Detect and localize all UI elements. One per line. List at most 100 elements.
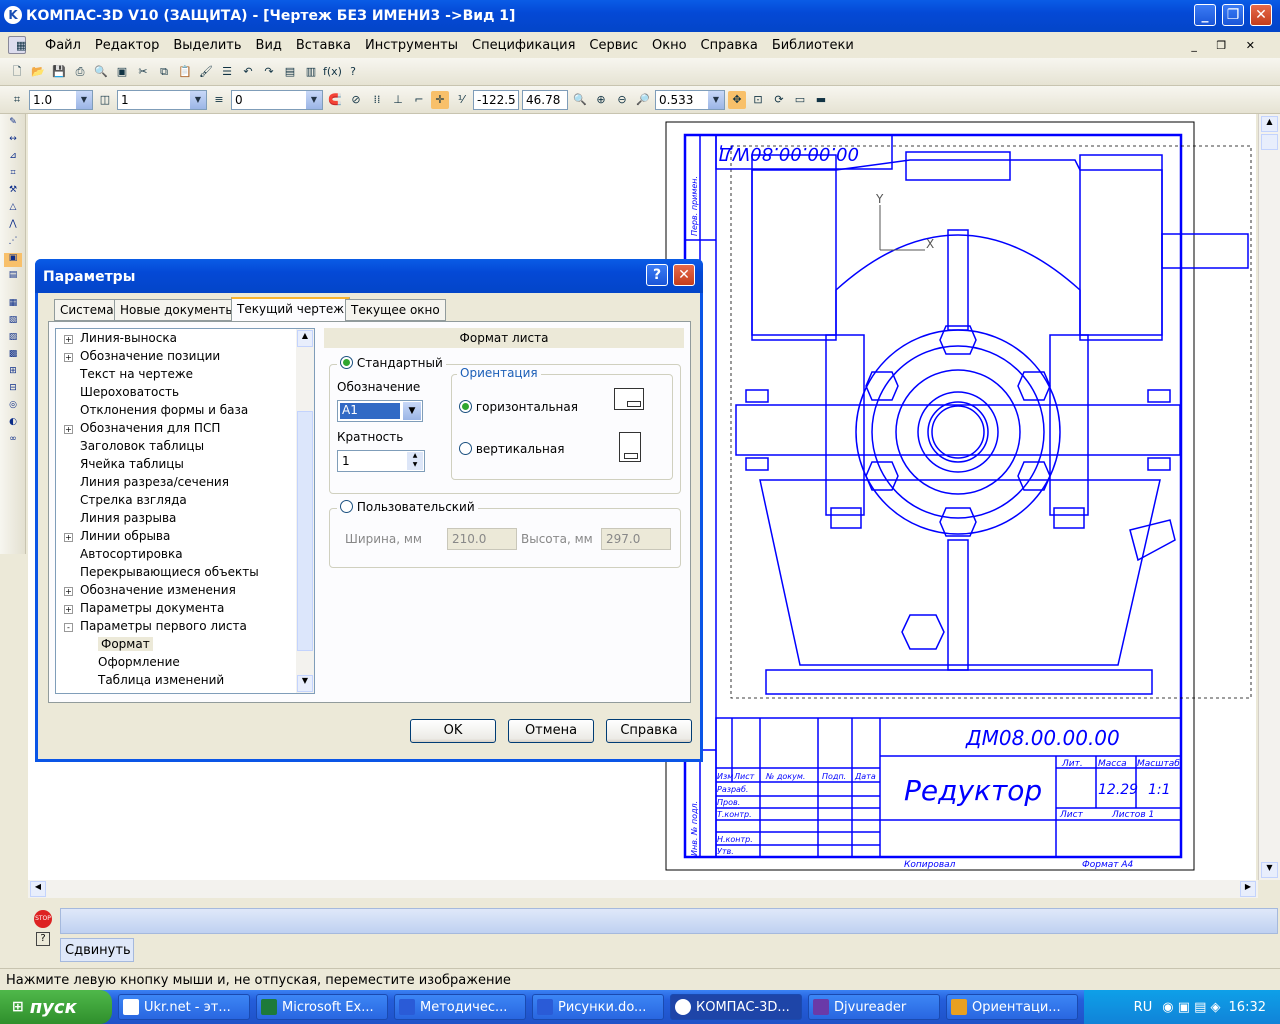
tree-node[interactable]: Шероховатость [80, 385, 179, 399]
undo-icon[interactable]: ↶ [239, 63, 257, 81]
menu-view[interactable]: Вид [249, 38, 289, 53]
dialog-help-button[interactable]: ? [646, 264, 668, 286]
document-icon[interactable]: ▦ [8, 36, 26, 54]
paste-icon[interactable]: 📋 [176, 63, 194, 81]
snap-icon[interactable]: ⊘ [347, 91, 365, 109]
maximize-button[interactable]: ❐ [1222, 4, 1244, 26]
start-button[interactable]: ⊞ пуск [0, 990, 112, 1024]
select-icon[interactable]: ⋀ [4, 219, 22, 233]
loop-icon[interactable]: ∞ [4, 434, 22, 448]
layer-icon[interactable]: ◫ [96, 91, 114, 109]
scroll-up-icon[interactable]: ▲ [1261, 116, 1278, 132]
tree-node[interactable]: Текст на чертеже [80, 367, 193, 381]
menu-libraries[interactable]: Библиотеки [765, 38, 861, 53]
tree-scrollbar[interactable]: ▲ ▼ [296, 329, 314, 693]
snap-step-icon[interactable]: ⌗ [8, 91, 26, 109]
view-icon[interactable]: ▩ [4, 349, 22, 363]
dialog-help-text-button[interactable]: Справка [606, 719, 692, 743]
child-window-controls[interactable]: _ ❐ ✕ [1184, 39, 1270, 52]
tree-node[interactable]: Стрелка взгляда [80, 493, 187, 507]
horizontal-radio[interactable]: горизонтальная [459, 400, 578, 414]
tree-node[interactable]: Линия разрыва [80, 511, 176, 525]
scroll-right-icon[interactable]: ▶ [1240, 881, 1256, 897]
stop-icon[interactable]: STOP [34, 910, 52, 928]
insert-icon[interactable]: ▧ [4, 315, 22, 329]
scroll-down-icon[interactable]: ▼ [297, 675, 313, 692]
ok-button[interactable]: OK [410, 719, 496, 743]
task-orientation[interactable]: Ориентаци... [946, 994, 1078, 1020]
menu-tools[interactable]: Инструменты [358, 38, 465, 53]
tree-node[interactable]: Автосортировка [80, 547, 183, 561]
chevron-down-icon[interactable]: ▼ [306, 90, 322, 109]
tree-node[interactable]: Отклонения формы и база [80, 403, 248, 417]
dimensions-icon[interactable]: ↔ [4, 134, 22, 148]
standard-radio[interactable]: Стандартный [337, 356, 446, 370]
tree-node[interactable]: Оформление [98, 655, 180, 669]
help-icon[interactable]: ? [36, 932, 50, 946]
tab-shift[interactable]: Сдвинуть [60, 938, 134, 962]
zoom-in-icon[interactable]: ⊕ [592, 91, 610, 109]
tree-node[interactable]: Перекрывающиеся объекты [80, 565, 259, 579]
style-combo[interactable]: 0 ▼ [231, 89, 323, 110]
tree-node[interactable]: Обозначения для ПСП [80, 421, 220, 435]
task-kompas[interactable]: КОМПАС-3D... [670, 994, 802, 1020]
local-cs-icon[interactable]: ⊥ [389, 91, 407, 109]
tree-node[interactable]: Обозначение позиции [80, 349, 220, 363]
tab-current-window[interactable]: Текущее окно [345, 299, 446, 321]
manager-icon[interactable]: ▤ [281, 63, 299, 81]
task-ukrnet[interactable]: Ukr.net - эт... [118, 994, 250, 1020]
magnet-icon[interactable]: 🧲 [326, 91, 344, 109]
layers-icon[interactable]: ⊞ [4, 366, 22, 380]
vertical-scrollbar[interactable]: ▲ ▼ [1258, 114, 1280, 880]
cancel-button[interactable]: Отмена [508, 719, 594, 743]
chevron-down-icon[interactable]: ▼ [708, 90, 724, 109]
snaps-icon[interactable]: ✛ [431, 90, 449, 109]
tab-new-documents[interactable]: Новые документы [114, 299, 241, 321]
close-button[interactable]: ✕ [1250, 4, 1272, 26]
spec-icon[interactable]: ⋰ [4, 236, 22, 250]
tree-node[interactable]: Обозначение изменения [80, 583, 236, 597]
properties-panel-icon[interactable]: ▭ [791, 91, 809, 109]
spin-down-icon[interactable]: ▼ [407, 461, 423, 470]
zoom-combo[interactable]: 0.533 ▼ [655, 89, 725, 110]
print-preview-icon[interactable]: 🔍 [92, 63, 110, 81]
designations-icon[interactable]: ⊿ [4, 151, 22, 165]
format-painter-icon[interactable]: 🖌 [197, 63, 215, 81]
library-icon[interactable]: ▦ [4, 298, 22, 312]
language-indicator[interactable]: RU [1134, 1000, 1153, 1015]
radio-checked-icon[interactable] [459, 400, 472, 413]
preview-icon[interactable]: ▣ [113, 63, 131, 81]
tree-expander-icon[interactable]: + [64, 335, 73, 344]
vertical-radio[interactable]: вертикальная [459, 442, 564, 456]
associative-views-icon[interactable]: ▣ [4, 253, 22, 267]
zoom-window-icon[interactable]: 🔍 [571, 91, 589, 109]
tree-expander-icon[interactable]: - [64, 623, 73, 632]
function-icon[interactable]: f(x) [323, 63, 342, 81]
tree-node[interactable]: Заголовок таблицы [80, 439, 204, 453]
chevron-down-icon[interactable]: ▼ [76, 90, 92, 109]
task-djvureader[interactable]: Djvureader [808, 994, 940, 1020]
minimize-button[interactable]: _ [1194, 4, 1216, 26]
copy-icon[interactable]: ⧉ [155, 63, 173, 81]
task-pictures[interactable]: Рисунки.do... [532, 994, 664, 1020]
geometry-icon[interactable]: ✎ [4, 117, 22, 131]
measure-icon[interactable]: △ [4, 202, 22, 216]
task-methodic[interactable]: Методичес... [394, 994, 526, 1020]
tree-node[interactable]: Параметры новых листов [80, 691, 242, 693]
cut-icon[interactable]: ✂ [134, 63, 152, 81]
menu-specification[interactable]: Спецификация [465, 38, 582, 53]
new-file-icon[interactable]: 🗋 [8, 63, 26, 81]
ortho-icon[interactable]: ⌐ [410, 91, 428, 109]
tree-node[interactable]: Таблица изменений [98, 673, 224, 687]
menu-help[interactable]: Справка [694, 38, 765, 53]
y-coordinate-field[interactable]: 46.78 [522, 89, 568, 110]
zoom-scale-icon[interactable]: 🔎 [634, 91, 652, 109]
scroll-down-icon[interactable]: ▼ [1261, 862, 1278, 878]
tree-icon[interactable]: ◐ [4, 417, 22, 431]
refresh-icon[interactable]: ⟳ [770, 91, 788, 109]
menu-insert[interactable]: Вставка [289, 38, 358, 53]
x-coordinate-field[interactable]: -122.5 [473, 89, 519, 110]
spin-up-icon[interactable]: ▲ [407, 452, 423, 461]
tree-node[interactable]: Параметры документа [80, 601, 224, 615]
chevron-down-icon[interactable]: ▼ [190, 90, 206, 109]
